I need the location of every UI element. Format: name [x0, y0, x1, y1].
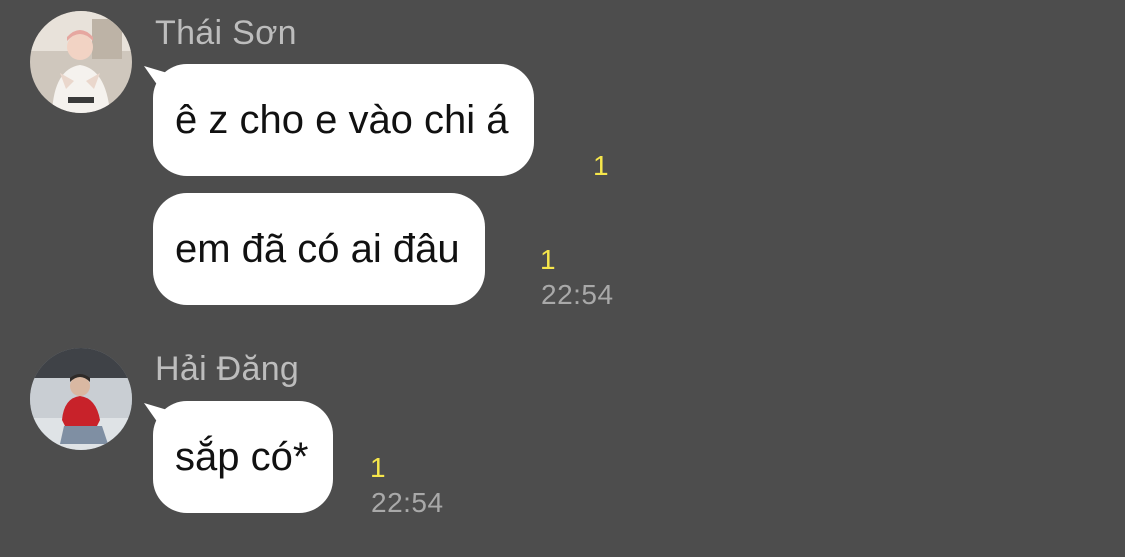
message-bubble[interactable]: sắp có* [153, 401, 334, 513]
profile-photo-icon [30, 348, 132, 450]
profile-photo-icon [30, 11, 132, 113]
message-text: ê z cho e vào chi á [175, 98, 509, 142]
message-bubble[interactable]: em đã có ai đâu [153, 193, 485, 305]
avatar-thai-son[interactable] [30, 11, 132, 113]
message-timestamp: 22:54 [541, 279, 614, 310]
chat-thread: Thái Sơn ê z cho e vào chi á 1 em đã có … [0, 0, 1125, 557]
message-text: sắp có* [175, 435, 309, 479]
message-text: em đã có ai đâu [175, 227, 460, 271]
unread-count: 1 [593, 150, 609, 181]
message-timestamp: 22:54 [371, 487, 444, 518]
unread-count: 1 [370, 452, 386, 483]
message-bubble[interactable]: ê z cho e vào chi á [153, 64, 534, 176]
unread-count: 1 [540, 244, 556, 275]
sender-name: Thái Sơn [155, 14, 297, 52]
avatar-hai-dang[interactable] [30, 348, 132, 450]
sender-name: Hải Đăng [155, 350, 300, 388]
